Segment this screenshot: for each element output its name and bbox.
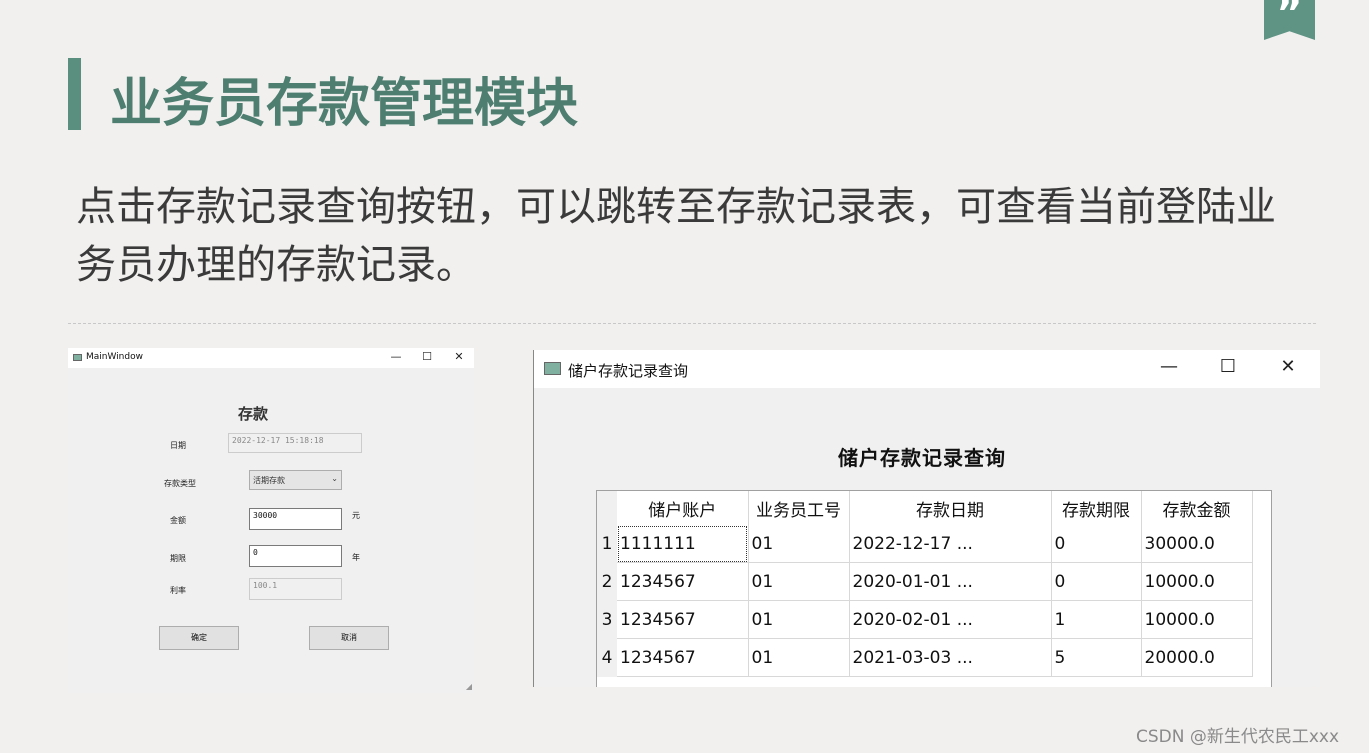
table-row: 1 1111111 01 2022-12-17 ... 0 30000.0	[597, 525, 1253, 563]
quote-mark-icon: ”	[1264, 0, 1315, 40]
table-cell[interactable]: 1234567	[617, 562, 749, 601]
table-row: 2 1234567 01 2020-01-01 ... 0 10000.0	[597, 562, 1253, 601]
row-header[interactable]: 2	[597, 562, 617, 601]
table-cell[interactable]: 30000.0	[1141, 525, 1253, 563]
table-cell[interactable]: 0	[1051, 525, 1142, 563]
date-label: 日期	[170, 441, 186, 450]
records-table-view[interactable]: 储户账户 业务员工号 存款日期 存款期限 存款金额 1 1111111 01 2…	[596, 490, 1272, 687]
minimize-button[interactable]: —	[386, 350, 406, 363]
minimize-button[interactable]: —	[1146, 356, 1192, 377]
close-button[interactable]: ✕	[1265, 356, 1311, 377]
window-title: MainWindow	[86, 352, 143, 362]
rate-field: 100.1	[249, 578, 342, 600]
rate-label: 利率	[170, 586, 186, 595]
deposit-type-value: 活期存款	[253, 476, 285, 485]
amount-input[interactable]: 30000	[249, 508, 342, 530]
table-row: 4 1234567 01 2021-03-03 ... 5 20000.0	[597, 638, 1253, 677]
maximize-button[interactable]: ☐	[1205, 356, 1251, 377]
table-cell[interactable]: 01	[748, 562, 850, 601]
amount-unit: 元	[352, 511, 360, 520]
window-title: 储户存款记录查询	[568, 362, 689, 380]
table-row: 3 1234567 01 2020-02-01 ... 1 10000.0	[597, 600, 1253, 639]
amount-label: 金额	[170, 516, 186, 525]
table-cell[interactable]: 2021-03-03 ...	[849, 638, 1052, 677]
table-title: 储户存款记录查询	[838, 446, 1006, 470]
row-header[interactable]: 4	[597, 638, 617, 677]
table-cell[interactable]: 20000.0	[1141, 638, 1253, 677]
table-cell[interactable]: 0	[1051, 562, 1142, 601]
deposit-type-select[interactable]: 活期存款 ⌄	[249, 470, 342, 490]
table-cell[interactable]: 1234567	[617, 600, 749, 639]
slide-description: 点击存款记录查询按钮，可以跳转至存款记录表，可查看当前登陆业务员办理的存款记录。	[76, 184, 1276, 288]
table-cell[interactable]: 01	[748, 525, 850, 563]
dashed-divider	[68, 323, 1316, 324]
term-unit: 年	[352, 553, 360, 562]
table-cell[interactable]: 10000.0	[1141, 600, 1253, 639]
app-window-icon	[73, 354, 82, 361]
deposit-type-label: 存款类型	[164, 479, 196, 488]
column-header[interactable]: 存款日期	[849, 491, 1052, 525]
term-input[interactable]: 0	[249, 545, 342, 567]
table-corner[interactable]	[597, 491, 617, 525]
app-window-icon	[544, 362, 561, 375]
title-accent-bar	[68, 58, 81, 130]
deposit-window: MainWindow — ☐ ✕ 存款 日期 2022-12-17 15:18:…	[68, 348, 474, 693]
records-window: 储户存款记录查询 — ☐ ✕ 储户存款记录查询 储户账户 业务员工号 存款日期 …	[533, 350, 1320, 687]
form-title: 存款	[238, 405, 269, 423]
column-header[interactable]: 业务员工号	[748, 491, 850, 525]
row-header[interactable]: 1	[597, 525, 617, 563]
column-header[interactable]: 存款金额	[1141, 491, 1253, 525]
chevron-down-icon: ⌄	[331, 474, 338, 483]
table-cell[interactable]: 2020-02-01 ...	[849, 600, 1052, 639]
maximize-button[interactable]: ☐	[417, 350, 437, 363]
column-header[interactable]: 存款期限	[1051, 491, 1142, 525]
table-cell[interactable]: 1234567	[617, 638, 749, 677]
slide-title: 业务员存款管理模块	[110, 74, 579, 134]
table-cell[interactable]: 1111111	[617, 525, 749, 563]
date-field: 2022-12-17 15:18:18	[228, 433, 362, 453]
deposit-window-titlebar[interactable]: MainWindow — ☐ ✕	[68, 348, 474, 368]
close-button[interactable]: ✕	[449, 350, 469, 363]
cancel-button[interactable]: 取消	[309, 626, 389, 650]
table-cell[interactable]: 2020-01-01 ...	[849, 562, 1052, 601]
confirm-button[interactable]: 确定	[159, 626, 239, 650]
term-label: 期限	[170, 554, 186, 563]
column-header[interactable]: 储户账户	[617, 491, 749, 525]
row-header[interactable]: 3	[597, 600, 617, 639]
records-window-titlebar[interactable]: 储户存款记录查询 — ☐ ✕	[534, 350, 1320, 388]
table-cell[interactable]: 5	[1051, 638, 1142, 677]
table-cell[interactable]: 01	[748, 638, 850, 677]
table-cell[interactable]: 2022-12-17 ...	[849, 525, 1052, 563]
records-table: 储户账户 业务员工号 存款日期 存款期限 存款金额 1 1111111 01 2…	[597, 491, 1253, 677]
table-cell[interactable]: 01	[748, 600, 850, 639]
table-cell[interactable]: 1	[1051, 600, 1142, 639]
table-cell[interactable]: 10000.0	[1141, 562, 1253, 601]
watermark: CSDN @新生代农民工xxx	[1136, 727, 1340, 747]
resize-grip-icon[interactable]: ◢	[466, 682, 472, 691]
